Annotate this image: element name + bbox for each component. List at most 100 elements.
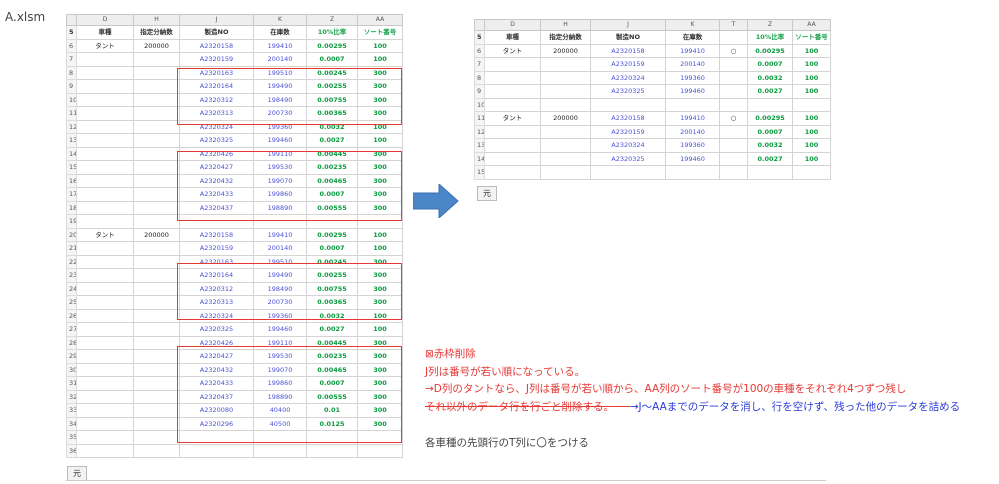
- cell-K[interactable]: 199360: [665, 138, 720, 153]
- cell-H[interactable]: [540, 70, 591, 85]
- cell-J[interactable]: [179, 443, 254, 458]
- row-number[interactable]: 15: [66, 160, 77, 175]
- cell-J[interactable]: A2320325: [179, 322, 254, 337]
- cell-D[interactable]: [76, 416, 134, 431]
- cell-D[interactable]: [76, 214, 134, 229]
- row-number[interactable]: 11: [474, 111, 485, 126]
- cell-Z[interactable]: 0.0027: [306, 133, 358, 148]
- cell-H[interactable]: 200000: [540, 43, 591, 58]
- cell-H[interactable]: [133, 200, 180, 215]
- cell-AA[interactable]: 100: [357, 308, 403, 323]
- cell-K[interactable]: 199860: [253, 376, 307, 391]
- row-number[interactable]: 7: [474, 57, 485, 72]
- cell-Z[interactable]: 0.0032: [306, 308, 358, 323]
- row-number[interactable]: 7: [66, 52, 77, 67]
- row-number[interactable]: 6: [474, 43, 485, 58]
- cell-D[interactable]: [76, 376, 134, 391]
- cell-Z[interactable]: 0.00555: [306, 389, 358, 404]
- cell-Z[interactable]: 0.00445: [306, 335, 358, 350]
- cell-K[interactable]: 199460: [665, 84, 720, 99]
- cell-AA[interactable]: 100: [792, 124, 831, 139]
- cell-D[interactable]: [484, 70, 541, 85]
- header-cell[interactable]: 車種: [484, 30, 541, 45]
- cell-K[interactable]: [665, 97, 720, 112]
- cell-AA[interactable]: 100: [357, 241, 403, 256]
- cell-K[interactable]: 199360: [253, 308, 307, 323]
- cell-D[interactable]: [76, 200, 134, 215]
- cell-J[interactable]: A2320312: [179, 281, 254, 296]
- row-number[interactable]: 14: [66, 146, 77, 161]
- cell-H[interactable]: [133, 119, 180, 134]
- cell-Z[interactable]: [747, 97, 793, 112]
- row-number[interactable]: 8: [474, 70, 485, 85]
- cell-AA[interactable]: 300: [357, 146, 403, 161]
- row-number[interactable]: 36: [66, 443, 77, 458]
- cell-T[interactable]: ○: [719, 111, 748, 126]
- cell-J[interactable]: A2320324: [179, 308, 254, 323]
- cell-K[interactable]: [253, 443, 307, 458]
- cell-K[interactable]: 199510: [253, 65, 307, 80]
- cell-J[interactable]: A2320437: [179, 389, 254, 404]
- cell-T[interactable]: [719, 138, 748, 153]
- cell-D[interactable]: [76, 119, 134, 134]
- column-header-T[interactable]: T: [719, 19, 748, 31]
- row-number[interactable]: 9: [474, 84, 485, 99]
- cell-H[interactable]: [133, 335, 180, 350]
- row-number[interactable]: 11: [66, 106, 77, 121]
- cell-K[interactable]: 199110: [253, 146, 307, 161]
- cell-K[interactable]: 199510: [253, 254, 307, 269]
- cell-J[interactable]: A2320426: [179, 146, 254, 161]
- row-number[interactable]: 9: [66, 79, 77, 94]
- cell-D[interactable]: タント: [484, 111, 541, 126]
- header-cell[interactable]: [719, 30, 748, 45]
- cell-J[interactable]: A2320324: [590, 138, 666, 153]
- row-number[interactable]: 16: [66, 173, 77, 188]
- cell-D[interactable]: [76, 254, 134, 269]
- row-number[interactable]: 24: [66, 281, 77, 296]
- select-all-corner[interactable]: [66, 14, 77, 26]
- column-header-D[interactable]: D: [76, 14, 134, 26]
- cell-AA[interactable]: 300: [357, 416, 403, 431]
- row-number[interactable]: 13: [66, 133, 77, 148]
- cell-K[interactable]: 199410: [665, 43, 720, 58]
- cell-D[interactable]: [76, 335, 134, 350]
- cell-K[interactable]: 200730: [253, 295, 307, 310]
- row-number[interactable]: 18: [66, 200, 77, 215]
- cell-H[interactable]: [540, 165, 591, 180]
- cell-H[interactable]: [133, 133, 180, 148]
- cell-AA[interactable]: [792, 97, 831, 112]
- cell-J[interactable]: A2320163: [179, 254, 254, 269]
- cell-K[interactable]: 198890: [253, 200, 307, 215]
- cell-K[interactable]: 199490: [253, 268, 307, 283]
- cell-D[interactable]: [484, 84, 541, 99]
- cell-Z[interactable]: 0.0032: [306, 119, 358, 134]
- cell-D[interactable]: [76, 389, 134, 404]
- cell-D[interactable]: [76, 160, 134, 175]
- cell-K[interactable]: 199410: [665, 111, 720, 126]
- cell-Z[interactable]: 0.00365: [306, 295, 358, 310]
- cell-D[interactable]: [76, 349, 134, 364]
- cell-AA[interactable]: 300: [357, 160, 403, 175]
- cell-AA[interactable]: 300: [357, 335, 403, 350]
- cell-K[interactable]: 199530: [253, 349, 307, 364]
- row-number[interactable]: 34: [66, 416, 77, 431]
- cell-Z[interactable]: 0.00235: [306, 160, 358, 175]
- cell-H[interactable]: [540, 97, 591, 112]
- cell-AA[interactable]: 300: [357, 106, 403, 121]
- cell-H[interactable]: [133, 389, 180, 404]
- cell-J[interactable]: A2320324: [179, 119, 254, 134]
- cell-D[interactable]: [76, 79, 134, 94]
- cell-H[interactable]: [540, 151, 591, 166]
- row-number[interactable]: 12: [66, 119, 77, 134]
- cell-K[interactable]: 198890: [253, 389, 307, 404]
- cell-J[interactable]: [590, 165, 666, 180]
- sheet-tab-left[interactable]: 元: [67, 466, 87, 481]
- cell-K[interactable]: 200140: [665, 124, 720, 139]
- cell-Z[interactable]: 0.01: [306, 403, 358, 418]
- cell-J[interactable]: A2320325: [590, 84, 666, 99]
- cell-AA[interactable]: 300: [357, 295, 403, 310]
- cell-AA[interactable]: 100: [792, 57, 831, 72]
- row-number[interactable]: 6: [66, 38, 77, 53]
- row-number[interactable]: 26: [66, 308, 77, 323]
- row-number[interactable]: 5: [66, 25, 77, 40]
